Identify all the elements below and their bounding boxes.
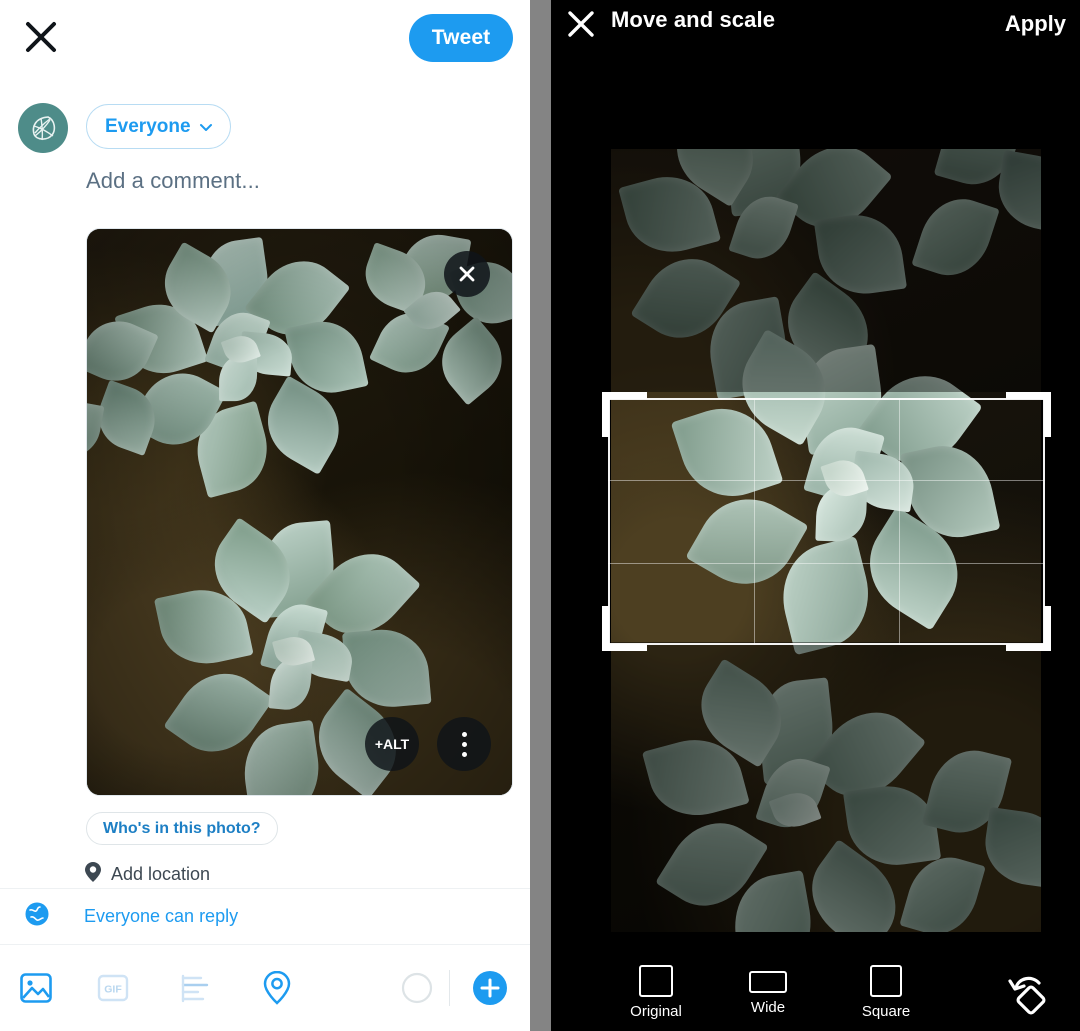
tweet-button[interactable]: Tweet [409,14,513,62]
crop-panel: Move and scale Apply Original Wide Squar… [551,0,1080,1031]
rotate-button[interactable] [976,965,1080,1021]
close-icon [459,266,475,282]
succulent-photo [87,229,512,795]
location-pin-icon [84,861,102,888]
aspect-ratio-original[interactable]: Original [603,965,709,1020]
compose-toolbar: GIF [0,945,530,1031]
aspect-ratio-square[interactable]: Square [827,965,945,1020]
add-location-button[interactable]: Add location [84,861,210,888]
crop-title: Move and scale [611,7,776,32]
svg-text:GIF: GIF [104,984,122,996]
reply-setting-row[interactable]: Everyone can reply [0,888,530,945]
screen-root: Tweet Everyone Add a comment... +ALT Who… [0,0,1080,1031]
character-count-ring [385,972,449,1004]
aspect-ratio-square-label: Square [861,1003,911,1020]
chevron-down-icon [198,119,214,135]
more-vertical-icon-dot [461,741,467,747]
aspect-ratio-original-label: Original [630,1003,682,1020]
rect-original-icon [639,965,673,997]
crop-handle-bottom-left[interactable] [602,606,647,651]
media-icon[interactable] [0,971,72,1005]
photo-more-options-button[interactable] [437,717,491,771]
tag-people-button[interactable]: Who's in this photo? [86,812,278,845]
crop-frame[interactable] [602,392,1051,651]
poll-icon[interactable] [154,973,236,1003]
gif-icon[interactable]: GIF [72,973,154,1003]
audience-label: Everyone [105,115,191,137]
location-icon[interactable] [236,970,318,1006]
more-vertical-icon-dot [461,731,467,737]
avatar[interactable] [18,103,68,153]
compose-panel: Tweet Everyone Add a comment... +ALT Who… [0,0,530,1031]
close-icon[interactable] [564,7,598,41]
crop-canvas[interactable] [551,54,1080,955]
rect-wide-icon [749,971,787,993]
more-vertical-icon-dot [461,751,467,757]
globe-icon [24,901,50,932]
crop-frame-edge-bottom [608,643,1045,645]
add-location-label: Add location [111,864,211,884]
close-icon[interactable] [22,18,60,56]
rect-square-icon [870,965,902,997]
crop-gridline-horizontal [608,562,1045,564]
crop-gridline-vertical [899,398,901,645]
alt-text-button[interactable]: +ALT [365,717,419,771]
crop-handle-top-right[interactable] [1006,392,1051,437]
crop-handle-bottom-right[interactable] [1006,606,1051,651]
crop-frame-edge-top [608,398,1045,400]
compose-header: Tweet [0,0,530,80]
aspect-ratio-wide-label: Wide [750,999,786,1016]
reply-setting-label: Everyone can reply [84,906,239,926]
crop-gridline-vertical [753,398,755,645]
panel-divider [530,0,551,1031]
crop-header: Move and scale Apply [551,0,1080,54]
plant-artwork [87,229,512,795]
apply-button[interactable]: Apply [1005,11,1066,37]
comment-input[interactable]: Add a comment... [86,168,260,194]
rotate-icon [1008,976,1046,1015]
aspect-ratio-wide[interactable]: Wide [709,965,827,1016]
remove-photo-button[interactable] [444,251,490,297]
crop-gridline-horizontal [608,480,1045,482]
photo-preview[interactable]: +ALT [86,228,513,796]
add-tweet-button[interactable] [450,969,530,1007]
crop-toolbar: Original Wide Square [551,955,1080,1031]
audience-selector[interactable]: Everyone [86,104,231,149]
leaf-globe-avatar-icon [32,116,56,141]
crop-handle-top-left[interactable] [602,392,647,437]
